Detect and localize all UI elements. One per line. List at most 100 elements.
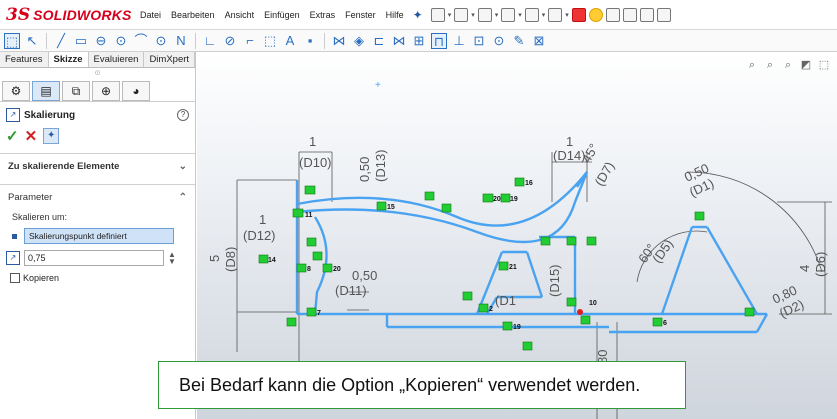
chevron-down-icon[interactable]: ▾ [471,11,475,19]
zoom-to-area-icon[interactable]: ⌕ [763,58,777,72]
spinner-arrows-icon[interactable]: ▲ ▼ [168,251,176,266]
polygon-icon[interactable]: ⊙ [153,33,169,49]
pin-menu-icon[interactable]: ✦ [413,8,423,22]
cancel-x-icon[interactable]: ✕ [25,127,38,145]
relation-marker[interactable] [286,317,297,327]
line-icon[interactable]: ╱ [53,33,69,49]
display-manager-tab-icon[interactable]: ◕ [122,81,150,101]
relation-marker[interactable] [580,315,591,325]
view-orientation-icon[interactable]: ⬚ [817,58,831,72]
dim-d6-value[interactable]: 4 [797,265,812,272]
dimxpert-manager-tab-icon[interactable]: ⊕ [92,81,120,101]
relation-marker[interactable] [586,236,597,246]
quick-snaps-icon[interactable]: ⊙ [491,33,507,49]
relation-marker[interactable] [441,203,452,213]
zoom-to-fit-icon[interactable]: ⌕ [745,58,759,72]
relation-marker[interactable] [652,317,663,327]
point-icon[interactable]: ▪ [302,33,318,49]
display-relations-icon[interactable]: ⊓ [431,32,447,49]
dim-d15[interactable]: (D15) [547,264,562,297]
dim-d8-value[interactable]: 5 [207,255,222,262]
dim-d7[interactable]: (D7) [592,159,618,188]
dim-d5[interactable]: (D5) [649,236,676,265]
relation-marker[interactable] [482,193,494,203]
scale-factor-input[interactable]: 0,75 [24,250,164,266]
relation-marker[interactable] [296,263,307,273]
circle-icon[interactable]: ⊙ [113,33,129,49]
arc-icon[interactable]: ⌒ [133,33,149,49]
relation-marker[interactable] [306,307,317,317]
relation-marker[interactable] [292,208,304,218]
settings-gear-icon[interactable] [622,7,637,22]
solidworks-logo[interactable]: 3S SOLIDWORKS [0,0,135,30]
relation-marker[interactable] [376,201,387,211]
trim-icon[interactable]: ⌐ [242,33,258,49]
relation-marker[interactable] [424,191,435,201]
dim-d8[interactable]: (D8) [223,247,238,272]
dim-d6[interactable]: (D6) [813,252,828,277]
mirror-icon[interactable]: ⋈ [331,33,347,49]
tab-dimxpert[interactable]: DimXpert [144,52,196,67]
relation-marker[interactable] [502,321,513,331]
relation-marker[interactable] [500,193,511,203]
dim-d10-top[interactable]: 1 [309,134,316,149]
scale-point-marker[interactable] [577,309,583,315]
relation-marker[interactable] [514,177,525,187]
ellipse-icon[interactable]: ⊘ [222,33,238,49]
help-icon[interactable]: ? [177,109,189,121]
relation-marker[interactable] [744,307,755,317]
spline-icon[interactable]: Ν [173,33,189,49]
customize-icon[interactable] [639,7,654,22]
dim-d14-top[interactable]: 1 [566,134,573,149]
move-entities-icon[interactable]: ⋈ [391,33,407,49]
previous-view-icon[interactable]: ⌕ [781,58,795,72]
parameters-group-header[interactable]: Parameter ⌃ [0,185,195,209]
menu-ansicht[interactable]: Ansicht [220,10,260,20]
undo-icon[interactable] [524,7,539,22]
new-document-icon[interactable] [430,7,445,22]
menu-fenster[interactable]: Fenster [340,10,381,20]
menu-extras[interactable]: Extras [305,10,341,20]
save-icon[interactable] [477,7,492,22]
convert-entities-icon[interactable]: ◈ [351,33,367,49]
select-icon[interactable] [548,7,563,22]
dim-d11[interactable]: (D11) [335,283,367,298]
menu-hilfe[interactable]: Hilfe [381,10,409,20]
menu-einfuegen[interactable]: Einfügen [259,10,305,20]
chevron-down-icon[interactable]: ⌄ [179,161,187,172]
relation-marker[interactable] [694,211,705,221]
dim-d11-value[interactable]: 0,50 [352,268,377,283]
open-icon[interactable] [454,7,469,22]
menu-datei[interactable]: Datei [135,10,166,20]
options-sun-icon[interactable] [588,7,603,22]
dim-d12[interactable]: (D12) [243,228,276,243]
dim-d12-top[interactable]: 1 [259,212,266,227]
relation-marker[interactable] [306,237,317,247]
relation-marker[interactable] [566,236,577,246]
feature-manager-tab-icon[interactable]: ⚙ [2,81,30,101]
panel-collapse-handle[interactable]: ⊙ [0,68,195,80]
relation-marker[interactable] [312,251,323,261]
dim-d13[interactable]: (D13) [373,149,388,182]
section-view-icon[interactable]: ◩ [799,58,813,72]
relation-marker[interactable] [258,254,269,264]
dim-d10[interactable]: (D10) [299,155,332,170]
tab-features[interactable]: Features [0,52,49,67]
elements-group-header[interactable]: Zu skalierende Elemente ⌄ [0,154,195,178]
configuration-manager-tab-icon[interactable]: ⧉ [62,81,90,101]
exit-sketch-icon[interactable]: ⬚ [4,32,20,49]
dim-d13-value[interactable]: 0,50 [357,157,372,182]
instant2d-icon[interactable]: ⊠ [531,33,547,49]
relation-marker[interactable] [522,341,533,351]
chevron-down-icon[interactable]: ▾ [518,11,522,19]
tab-skizze[interactable]: Skizze [48,52,89,67]
scale-point-selection[interactable]: Skalierungspunkt definiert [24,228,174,244]
keep-visible-pin-icon[interactable]: ✦ [43,128,60,144]
chevron-down-icon[interactable]: ▾ [542,11,546,19]
relation-marker[interactable] [304,185,316,195]
relation-marker[interactable] [478,303,489,313]
text-icon[interactable]: A [282,33,298,49]
relation-marker[interactable] [540,236,551,246]
tab-evaluieren[interactable]: Evaluieren [89,52,145,67]
print-icon[interactable] [501,7,516,22]
